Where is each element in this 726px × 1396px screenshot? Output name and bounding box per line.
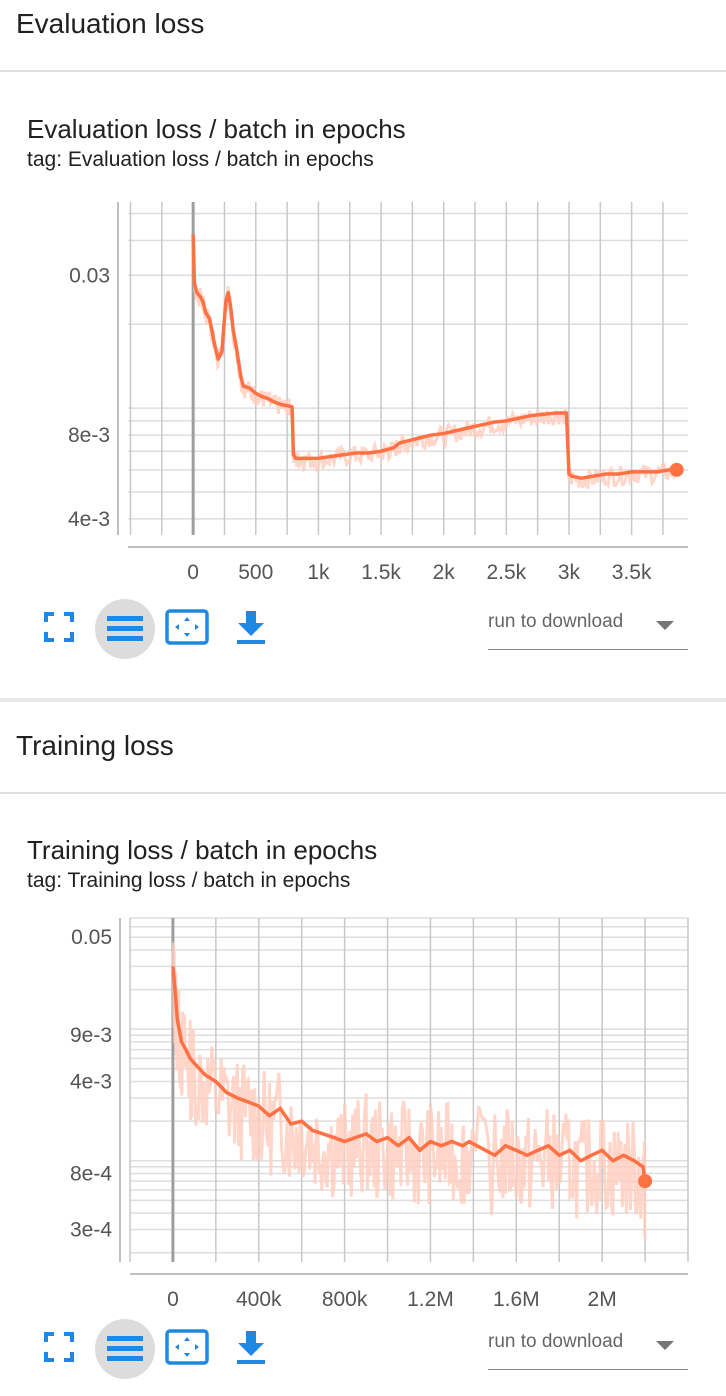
x-tick-label: 400k <box>236 1288 282 1311</box>
x-tick-label: 2k <box>433 561 456 584</box>
toggle-y-log-button[interactable] <box>95 1319 155 1379</box>
x-tick-label: 500 <box>238 561 273 584</box>
run-to-download-select[interactable]: run to download <box>488 1329 688 1370</box>
training-loss-chart[interactable]: 0.05 9e-3 4e-3 8e-4 3e-4 0 400k 800k 1.2M 1.6M 2M <box>0 908 726 1316</box>
y-tick-label: 9e-3 <box>70 1024 112 1047</box>
card-tag: tag: Evaluation loss / batch in epochs <box>27 148 374 171</box>
section-title: Training loss <box>16 730 174 761</box>
x-tick-label: 1.5k <box>361 561 401 584</box>
last-point-marker <box>638 1174 653 1189</box>
x-tick-label: 2.5k <box>486 561 526 584</box>
section-title: Evaluation loss <box>16 8 205 39</box>
run-to-download-select[interactable]: run to download <box>488 609 688 650</box>
fit-domain-icon <box>165 1329 209 1365</box>
x-tick-label: 2M <box>588 1288 617 1311</box>
evaluation-loss-chart[interactable]: 0.03 8e-3 4e-3 0 500 1k 1.5k 2k 2.5k 3k 3.5k <box>0 190 726 595</box>
x-tick-label: 3k <box>558 561 581 584</box>
chart-toolbar: run to download <box>0 1316 726 1386</box>
x-tick-label: 0 <box>187 561 199 584</box>
run-select-label: run to download <box>488 611 624 632</box>
x-tick-label: 1.6M <box>493 1288 540 1311</box>
run-select-label: run to download <box>488 1331 624 1352</box>
y-tick-label: 0.05 <box>71 926 112 949</box>
download-icon <box>237 611 265 644</box>
x-tick-label: 3.5k <box>612 561 652 584</box>
download-button[interactable] <box>223 1319 279 1375</box>
last-point-marker <box>669 462 684 477</box>
y-tick-label: 0.03 <box>69 264 110 287</box>
section-divider <box>0 70 726 72</box>
toggle-y-log-button[interactable] <box>95 599 155 659</box>
fit-domain-button[interactable] <box>159 1319 215 1375</box>
x-tick-label: 1k <box>307 561 330 584</box>
y-tick-label: 8e-3 <box>68 424 110 447</box>
raw-series-line <box>171 942 647 1238</box>
y-tick-label: 4e-3 <box>68 508 110 531</box>
card-tag: tag: Training loss / batch in epochs <box>27 869 351 892</box>
chart-toolbar: run to download <box>0 596 726 666</box>
list-icon <box>107 616 143 641</box>
section-divider <box>0 792 726 794</box>
y-tick-label: 3e-4 <box>70 1219 112 1242</box>
x-tick-label: 1.2M <box>407 1288 454 1311</box>
fullscreen-icon <box>44 612 74 642</box>
x-tick-label: 800k <box>322 1288 368 1311</box>
card-title: Training loss / batch in epochs <box>27 835 378 865</box>
download-icon <box>237 1331 265 1364</box>
y-tick-label: 8e-4 <box>70 1163 112 1186</box>
fullscreen-button[interactable] <box>31 1319 87 1375</box>
y-tick-label: 4e-3 <box>70 1071 112 1094</box>
dropdown-arrow-icon <box>656 621 674 630</box>
download-button[interactable] <box>223 599 279 655</box>
fullscreen-icon <box>44 1332 74 1362</box>
fullscreen-button[interactable] <box>31 599 87 655</box>
fit-domain-button[interactable] <box>159 599 215 655</box>
section-separator <box>0 698 726 702</box>
x-tick-label: 0 <box>167 1288 179 1311</box>
list-icon <box>107 1336 143 1361</box>
dropdown-arrow-icon <box>656 1341 674 1350</box>
fit-domain-icon <box>165 609 209 645</box>
card-title: Evaluation loss / batch in epochs <box>27 114 406 144</box>
